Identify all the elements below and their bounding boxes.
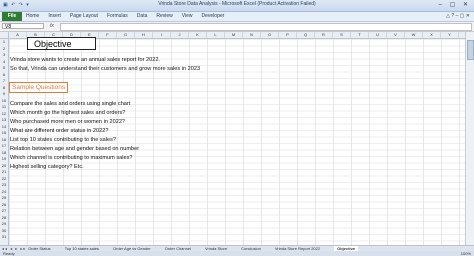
column-header[interactable]: L: [207, 32, 225, 38]
formula-input[interactable]: [60, 23, 472, 31]
row-header[interactable]: 31: [0, 234, 8, 241]
column-header[interactable]: F: [99, 32, 117, 38]
row-headers: 1 2 3 4 5 6 7 8 9 10 11 12 13 14 15 16 17 18 19 20 21 22 23 24 2…: [0, 39, 9, 245]
sample-questions-title: Sample Questions: [9, 82, 69, 93]
file-tab[interactable]: File: [2, 12, 22, 21]
formula-bar: V8 fx: [0, 22, 474, 32]
help-icon[interactable]: △ ? – ▢ ✕: [446, 13, 470, 19]
ribbon-tab[interactable]: Formulas: [107, 12, 128, 21]
ribbon-tab[interactable]: Review: [156, 12, 172, 21]
scrollbar-thumb[interactable]: [467, 40, 474, 60]
question-line: Compare the sales and orders using singl…: [10, 101, 131, 107]
ribbon-tab[interactable]: Page Layout: [70, 12, 98, 21]
objective-line: So that, Vrinda can understand their cus…: [10, 66, 201, 72]
select-all-corner[interactable]: [0, 32, 9, 38]
question-line: List top 10 states contributing to the s…: [10, 137, 117, 143]
ribbon-tab-list: Home Insert Page Layout Formulas Data Review V…: [26, 12, 224, 21]
question-line: Highest selling category? Etc.: [10, 164, 84, 170]
question-line: Which channel is contributing to maximum…: [10, 155, 133, 161]
column-header[interactable]: A: [9, 32, 27, 38]
column-header[interactable]: K: [189, 32, 207, 38]
column-header[interactable]: P: [279, 32, 297, 38]
ribbon-tabs: File Home Insert Page Layout Formulas Data Re…: [0, 12, 474, 22]
column-header[interactable]: S: [333, 32, 351, 38]
ribbon-tab[interactable]: Insert: [48, 12, 61, 21]
column-header[interactable]: Q: [297, 32, 315, 38]
column-header[interactable]: I: [153, 32, 171, 38]
question-line: Who purchased more men or women in 2022?: [10, 119, 126, 125]
fx-icon[interactable]: fx: [50, 23, 54, 29]
ribbon-tab[interactable]: View: [182, 12, 193, 21]
objective-title: Objective: [27, 37, 96, 50]
status-bar: Ready 100%: [0, 251, 474, 256]
column-header[interactable]: U: [369, 32, 387, 38]
title-bar: ▣ ↶ ↷ ▾ Vrinda Store Data Analysis - Mic…: [0, 0, 474, 12]
vertical-scrollbar[interactable]: [465, 32, 474, 245]
column-header[interactable]: N: [243, 32, 261, 38]
column-header[interactable]: W: [405, 32, 423, 38]
column-header[interactable]: H: [135, 32, 153, 38]
column-header[interactable]: V: [387, 32, 405, 38]
column-header[interactable]: J: [171, 32, 189, 38]
ribbon-tab[interactable]: Home: [26, 12, 39, 21]
column-header[interactable]: T: [351, 32, 369, 38]
name-box[interactable]: V8: [2, 23, 44, 30]
window-controls[interactable]: – ▢ ✕: [439, 1, 471, 8]
ribbon-tab[interactable]: Developer: [202, 12, 225, 21]
column-header[interactable]: G: [117, 32, 135, 38]
zoom-level[interactable]: 100%: [461, 251, 471, 256]
column-header[interactable]: X: [423, 32, 441, 38]
objective-line: Vrinda store wants to create an annual s…: [10, 57, 160, 63]
window-title: Vrinda Store Data Analysis - Microsoft E…: [158, 1, 316, 7]
status-text: Ready: [3, 251, 15, 256]
column-header[interactable]: R: [315, 32, 333, 38]
column-header[interactable]: O: [261, 32, 279, 38]
question-line: What are different order status in 2022?: [10, 128, 109, 134]
column-header[interactable]: Y: [441, 32, 459, 38]
question-line: Which month go the highest sales and ord…: [10, 110, 126, 116]
question-line: Relation between age and gender based on…: [10, 146, 140, 152]
ribbon-tab[interactable]: Data: [137, 12, 148, 21]
column-header[interactable]: M: [225, 32, 243, 38]
